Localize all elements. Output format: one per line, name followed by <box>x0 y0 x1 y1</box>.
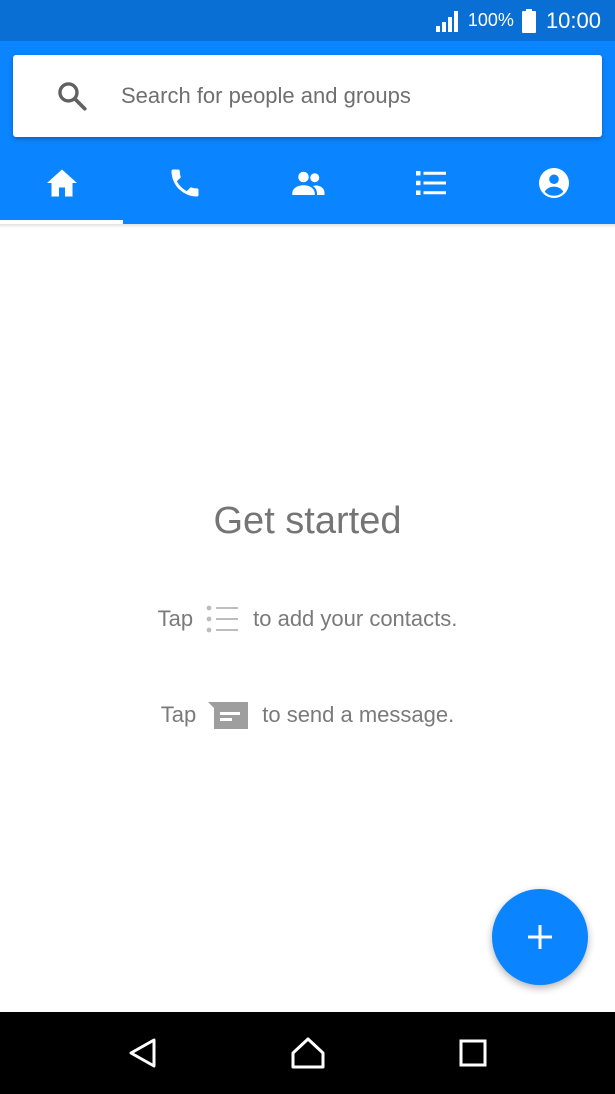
home-nav-icon <box>291 1037 324 1069</box>
system-nav-bar <box>0 1012 615 1094</box>
recents-icon <box>459 1039 486 1067</box>
home-icon <box>46 169 77 196</box>
hint-message-prefix: Tap <box>160 702 197 727</box>
hint-contacts-prefix: Tap <box>157 606 194 631</box>
tab-list[interactable] <box>369 141 492 224</box>
back-icon <box>129 1038 155 1068</box>
app-bar-shadow <box>0 224 615 228</box>
tab-calls[interactable] <box>123 141 246 224</box>
tab-home[interactable] <box>0 141 123 224</box>
home-button[interactable] <box>288 1033 328 1073</box>
search-input[interactable]: Search for people and groups <box>13 55 602 137</box>
hint-send-message: Tap to send a message. <box>0 700 615 730</box>
list-icon <box>415 170 446 195</box>
hint-contacts-suffix: to add your contacts. <box>253 606 458 631</box>
hint-message-suffix: to send a message. <box>262 702 455 727</box>
clock: 10:00 <box>545 7 601 33</box>
recents-button[interactable] <box>453 1033 493 1073</box>
people-icon <box>291 171 324 195</box>
app-bar: Search for people and groups <box>0 41 615 224</box>
account-icon <box>538 167 569 198</box>
search-icon <box>58 82 87 111</box>
search-placeholder: Search for people and groups <box>121 83 411 108</box>
tab-groups[interactable] <box>246 141 369 224</box>
battery-percent: 100% <box>467 10 514 30</box>
message-icon <box>208 702 249 729</box>
back-button[interactable] <box>123 1033 163 1073</box>
empty-state-title: Get started <box>213 500 402 542</box>
hint-add-contacts: Tap to add your contacts. <box>0 604 615 634</box>
list-icon <box>206 605 239 633</box>
tab-bar <box>0 141 615 224</box>
phone-icon <box>171 169 198 196</box>
empty-state: Get started <box>0 500 615 543</box>
battery-icon <box>521 8 536 33</box>
new-message-fab[interactable] <box>492 889 588 985</box>
tab-profile[interactable] <box>492 141 615 224</box>
plus-icon <box>528 925 552 949</box>
signal-icon <box>435 10 458 32</box>
status-bar: 100% 10:00 <box>0 0 615 41</box>
